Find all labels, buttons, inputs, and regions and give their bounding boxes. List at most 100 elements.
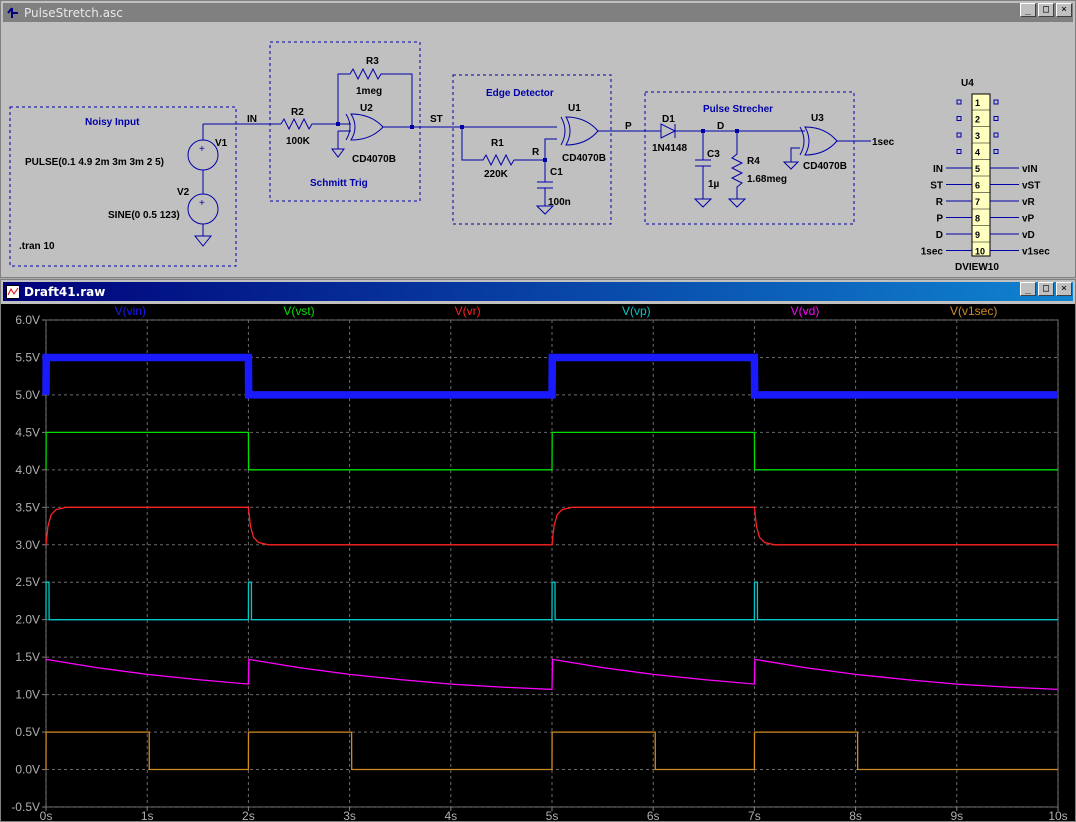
schematic-titlebar[interactable]: PulseStretch.asc — [3, 3, 1073, 22]
r2-symbol[interactable] — [280, 117, 338, 131]
label-noisy-input: Noisy Input — [85, 117, 140, 128]
net-p: P — [625, 121, 632, 132]
u1-ref: U1 — [568, 103, 581, 114]
plot-background — [1, 304, 1075, 821]
close-button[interactable]: × — [1056, 3, 1072, 17]
c1-ref: C1 — [550, 167, 563, 178]
maximize-button[interactable]: □ — [1038, 3, 1054, 17]
y-tick-label: 0.0V — [15, 763, 40, 777]
c1-value: 100n — [548, 197, 571, 208]
x-tick-label: 10s — [1048, 809, 1067, 821]
x-tick-label: 0s — [40, 809, 53, 821]
schematic-window[interactable]: PulseStretch.asc _ □ × + + 1 2 3 4 5 IN … — [0, 0, 1076, 278]
label-edge-detector: Edge Detector — [486, 88, 554, 99]
y-tick-label: 4.5V — [15, 425, 40, 439]
dview-open-pin — [993, 149, 999, 154]
svg-text:+: + — [199, 198, 205, 209]
c3-ref: C3 — [707, 149, 720, 160]
u2-gate-symbol[interactable] — [350, 113, 384, 141]
dview-open-pin — [993, 132, 999, 138]
waveform-titlebar[interactable]: Draft41.raw — [3, 282, 1073, 301]
net-r: R — [532, 147, 540, 158]
r1-value: 220K — [484, 169, 509, 180]
x-tick-label: 2s — [242, 809, 255, 821]
dview-left-label: P — [936, 214, 943, 225]
y-tick-label: 1.5V — [15, 650, 40, 664]
u1-value: CD4070B — [562, 153, 606, 164]
r4-ref: R4 — [747, 156, 760, 167]
dview-pin-number: 4 — [975, 148, 980, 158]
r3-ref: R3 — [366, 56, 379, 67]
net-1sec: 1sec — [872, 137, 895, 148]
u3-ref: U3 — [811, 113, 824, 124]
v2-value: SINE(0 0.5 123) — [108, 210, 180, 221]
u1-gate-symbol[interactable] — [565, 116, 599, 146]
v1-ref: V1 — [215, 138, 228, 149]
dview-right-label: vST — [1022, 181, 1040, 192]
legend-entry[interactable]: V(vst) — [283, 304, 314, 318]
plot-maximize-button[interactable]: □ — [1038, 282, 1054, 296]
c3-symbol[interactable] — [693, 131, 713, 208]
u3-gate-symbol[interactable] — [804, 126, 838, 156]
dview-open-pin — [956, 149, 962, 154]
dview-right-label: vR — [1022, 197, 1036, 208]
u4-value: DVIEW10 — [955, 262, 999, 273]
x-tick-label: 9s — [950, 809, 963, 821]
dview-pin-number: 1 — [975, 98, 980, 108]
d1-value: 1N4148 — [652, 143, 687, 154]
y-tick-label: 3.5V — [15, 500, 40, 514]
plot-close-button[interactable]: × — [1056, 282, 1072, 296]
y-tick-label: 1.0V — [15, 688, 40, 702]
v1-value: PULSE(0.1 4.9 2m 3m 3m 2 5) — [25, 157, 164, 168]
x-tick-label: 4s — [444, 809, 457, 821]
y-tick-label: 5.0V — [15, 388, 40, 402]
x-tick-label: 8s — [849, 809, 862, 821]
dview-pin-number: 6 — [975, 181, 980, 191]
dview-pin-number: 2 — [975, 115, 980, 125]
schematic-canvas[interactable]: + + 12345IN vIN6ST vST7R vR8P vP9D vD101… — [5, 24, 1071, 276]
dview-pin-number: 8 — [975, 214, 980, 224]
legend-entry[interactable]: V(vin) — [115, 304, 146, 318]
legend-entry[interactable]: V(vp) — [622, 304, 651, 318]
y-tick-label: 4.0V — [15, 463, 40, 477]
d1-symbol[interactable] — [660, 123, 677, 139]
r4-symbol[interactable] — [727, 131, 747, 208]
waveform-window-title: Draft41.raw — [24, 284, 106, 299]
tran-directive: .tran 10 — [19, 241, 55, 252]
dview-pin-number: 7 — [975, 197, 980, 207]
r4-value: 1.68meg — [747, 174, 787, 185]
y-tick-label: 6.0V — [15, 313, 40, 327]
legend-entry[interactable]: V(v1sec) — [950, 304, 997, 318]
r2-ref: R2 — [291, 107, 304, 118]
u4-ref: U4 — [961, 78, 974, 89]
u2-ref: U2 — [360, 103, 373, 114]
waveform-app-icon — [6, 284, 20, 299]
u2-value: CD4070B — [352, 154, 396, 165]
label-schmitt-trig: Schmitt Trig — [310, 178, 368, 189]
r2-value: 100K — [286, 136, 311, 147]
d1-ref: D1 — [662, 114, 675, 125]
y-tick-label: -0.5V — [11, 800, 40, 814]
dview-right-label: vD — [1022, 230, 1035, 241]
legend-entry[interactable]: V(vr) — [455, 304, 481, 318]
r3-symbol[interactable] — [337, 67, 413, 127]
minimize-button[interactable]: _ — [1020, 3, 1036, 17]
label-pulse-strecher: Pulse Strecher — [703, 104, 773, 115]
r1-ref: R1 — [491, 138, 504, 149]
y-tick-label: 5.5V — [15, 350, 40, 364]
dview-right-label: v1sec — [1022, 247, 1050, 258]
dview-open-pin — [993, 116, 999, 121]
r3-value: 1meg — [356, 86, 382, 97]
waveform-window[interactable]: Draft41.raw _ □ × -0.5V 0.0V 0.5V 1.0V 1.5V 2… — [0, 279, 1076, 822]
dview-pin-number: 5 — [975, 164, 980, 174]
x-tick-label: 6s — [647, 809, 660, 821]
v2-ref: V2 — [177, 187, 190, 198]
plot-minimize-button[interactable]: _ — [1020, 282, 1036, 296]
waveform-plot[interactable]: -0.5V 0.0V 0.5V 1.0V 1.5V 2.0V 2.5V 3.0V 3.5V 4.0… — [1, 304, 1075, 821]
svg-text:+: + — [199, 144, 205, 155]
net-d: D — [717, 121, 724, 132]
schematic-window-title: PulseStretch.asc — [24, 5, 123, 20]
dview-open-pin — [956, 132, 962, 138]
c3-value: 1µ — [708, 179, 720, 190]
legend-entry[interactable]: V(vd) — [791, 304, 820, 318]
